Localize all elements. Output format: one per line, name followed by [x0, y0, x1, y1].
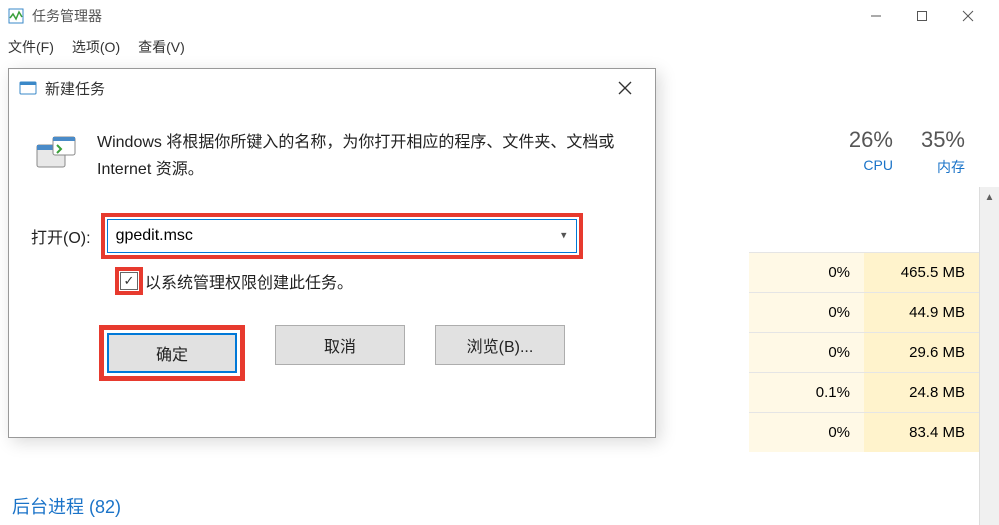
app-icon: [8, 8, 24, 24]
cell-mem: 29.6 MB: [864, 333, 979, 372]
cpu-label: CPU: [849, 157, 893, 173]
open-label: 打开(O):: [31, 224, 91, 248]
maximize-button[interactable]: [899, 0, 945, 32]
cell-cpu: 0%: [749, 333, 864, 372]
highlight-checkbox: ✓: [115, 267, 143, 295]
highlight-ok: 确定: [99, 325, 245, 381]
table-row[interactable]: 0% 29.6 MB: [749, 332, 979, 372]
menu-options[interactable]: 选项(O): [72, 37, 120, 57]
column-memory[interactable]: 35% 内存: [907, 127, 979, 177]
cell-mem: 83.4 MB: [864, 413, 979, 452]
dialog-close-button[interactable]: [605, 73, 645, 103]
browse-button[interactable]: 浏览(B)...: [435, 325, 565, 365]
mem-label: 内存: [921, 157, 965, 177]
section-background-processes[interactable]: 后台进程 (82): [12, 493, 121, 519]
admin-checkbox-label[interactable]: 以系统管理权限创建此任务。: [145, 269, 353, 293]
cell-cpu: 0%: [749, 293, 864, 332]
dialog-icon: [19, 79, 37, 97]
open-row: 打开(O): ▾: [9, 183, 655, 259]
dialog-description: Windows 将根据你所键入的名称，为你打开相应的程序、文件夹、文档或 Int…: [97, 129, 633, 183]
dialog-body: Windows 将根据你所键入的名称，为你打开相应的程序、文件夹、文档或 Int…: [9, 107, 655, 183]
dialog-title: 新建任务: [45, 78, 605, 99]
menubar: 文件(F) 选项(O) 查看(V): [0, 32, 999, 62]
process-rows: 0% 465.5 MB 0% 44.9 MB 0% 29.6 MB 0.1% 2…: [749, 252, 979, 452]
cell-mem: 44.9 MB: [864, 293, 979, 332]
admin-checkbox-row: ✓ 以系统管理权限创建此任务。: [9, 259, 655, 295]
cpu-percent: 26%: [849, 127, 893, 153]
admin-checkbox[interactable]: ✓: [120, 272, 138, 290]
column-headers: 26% CPU 35% 内存: [835, 127, 979, 177]
scroll-up-icon[interactable]: ▲: [980, 187, 999, 207]
vertical-scrollbar[interactable]: ▲: [979, 187, 999, 525]
cell-cpu: 0.1%: [749, 373, 864, 412]
cancel-button[interactable]: 取消: [275, 325, 405, 365]
window-controls: [853, 0, 991, 32]
open-input[interactable]: [107, 219, 577, 253]
titlebar: 任务管理器: [0, 0, 999, 32]
table-row[interactable]: 0% 83.4 MB: [749, 412, 979, 452]
dialog-titlebar: 新建任务: [9, 69, 655, 107]
cell-mem: 465.5 MB: [864, 253, 979, 292]
minimize-button[interactable]: [853, 0, 899, 32]
table-row[interactable]: 0% 44.9 MB: [749, 292, 979, 332]
run-icon: [31, 129, 79, 177]
new-task-dialog: 新建任务 Windows 将根据你所键入的名称，为你打开相应的程序、文件夹、文档…: [8, 68, 656, 438]
menu-view[interactable]: 查看(V): [138, 37, 185, 57]
column-cpu[interactable]: 26% CPU: [835, 127, 907, 177]
cell-cpu: 0%: [749, 413, 864, 452]
window-title: 任务管理器: [32, 6, 853, 26]
cell-mem: 24.8 MB: [864, 373, 979, 412]
table-row[interactable]: 0.1% 24.8 MB: [749, 372, 979, 412]
close-button[interactable]: [945, 0, 991, 32]
cell-cpu: 0%: [749, 253, 864, 292]
menu-file[interactable]: 文件(F): [8, 37, 54, 57]
dialog-buttons: 确定 取消 浏览(B)...: [9, 295, 655, 381]
close-icon: [618, 81, 632, 95]
highlight-input: ▾: [101, 213, 583, 259]
mem-percent: 35%: [921, 127, 965, 153]
ok-button[interactable]: 确定: [107, 333, 237, 373]
table-row[interactable]: 0% 465.5 MB: [749, 252, 979, 292]
